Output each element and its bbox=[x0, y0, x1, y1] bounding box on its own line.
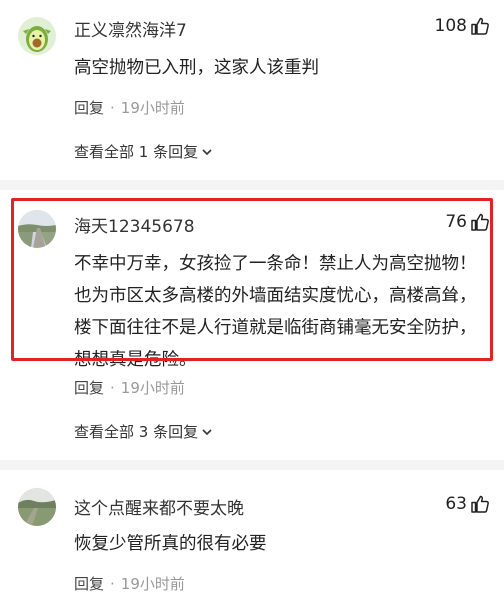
landscape-avatar-icon bbox=[18, 488, 56, 526]
comment-text: 高空抛物已入刑，这家人该重判 bbox=[74, 58, 319, 78]
chevron-down-icon bbox=[202, 148, 212, 155]
separator-dot: · bbox=[110, 575, 115, 593]
username[interactable]: 正义凛然海洋7 bbox=[74, 16, 187, 41]
view-all-replies-label: 查看全部 1 条回复 bbox=[74, 143, 199, 161]
view-all-replies-label: 查看全部 3 条回复 bbox=[74, 423, 199, 441]
timestamp: 19小时前 bbox=[120, 99, 185, 117]
highlight-box bbox=[11, 198, 493, 361]
view-all-replies-button[interactable]: 查看全部 1 条回复 bbox=[74, 141, 213, 162]
reply-button[interactable]: 回复 bbox=[74, 99, 104, 117]
avocado-avatar-icon bbox=[18, 17, 56, 55]
thumbs-up-icon bbox=[471, 495, 489, 513]
reply-button[interactable]: 回复 bbox=[74, 575, 104, 593]
avatar[interactable] bbox=[18, 488, 56, 526]
section-divider bbox=[0, 180, 504, 190]
like-count: 63 bbox=[445, 494, 467, 514]
comment-text: 恢复少管所真的很有必要 bbox=[74, 534, 267, 554]
comment-meta: 回复 · 19小时前 bbox=[74, 97, 185, 118]
avatar[interactable] bbox=[18, 17, 56, 55]
like-button[interactable]: 63 bbox=[445, 494, 490, 514]
view-all-replies-button[interactable]: 查看全部 3 条回复 bbox=[74, 421, 213, 442]
like-button[interactable]: 108 bbox=[435, 16, 490, 36]
timestamp: 19小时前 bbox=[120, 575, 185, 593]
section-divider bbox=[0, 460, 504, 470]
chevron-down-icon bbox=[202, 428, 212, 435]
username[interactable]: 这个点醒来都不要太晚 bbox=[74, 494, 244, 519]
timestamp: 19小时前 bbox=[120, 379, 185, 397]
comment-meta: 回复 · 19小时前 bbox=[74, 377, 185, 398]
reply-button[interactable]: 回复 bbox=[74, 379, 104, 397]
comment-meta: 回复 · 19小时前 bbox=[74, 573, 185, 594]
separator-dot: · bbox=[110, 99, 115, 117]
thumbs-up-icon bbox=[471, 17, 489, 35]
like-count: 108 bbox=[434, 16, 467, 36]
separator-dot: · bbox=[110, 379, 115, 397]
